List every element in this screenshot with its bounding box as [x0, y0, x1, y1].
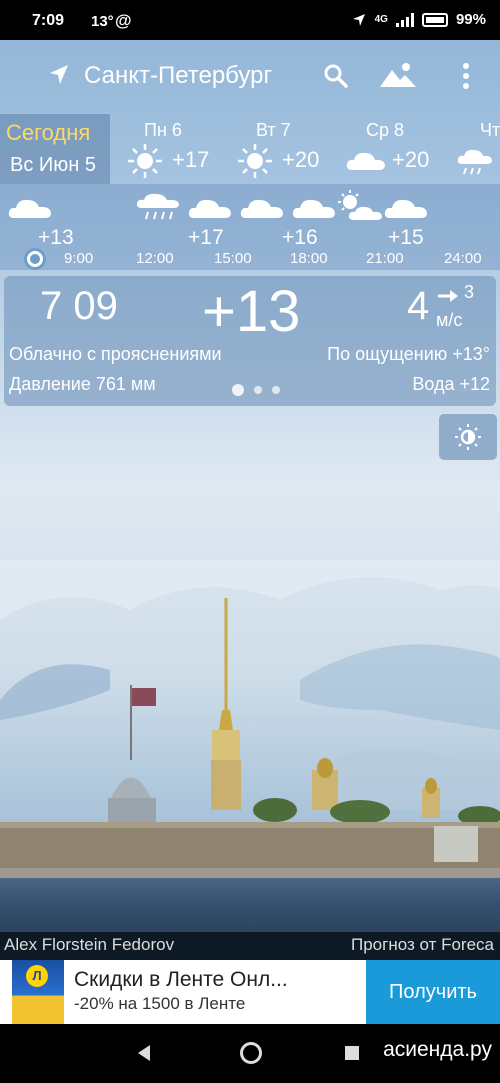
location-arrow-icon[interactable]	[46, 62, 72, 88]
sun-cycle-icon	[455, 424, 481, 450]
ad-get-button[interactable]: Получить	[366, 960, 500, 1024]
tab-day-wed[interactable]: Ср 8 +20	[344, 114, 454, 184]
condition-text: Облачно с прояснениями	[9, 344, 222, 364]
hour-time: 18:00	[290, 250, 328, 267]
cloud-icon	[346, 152, 385, 170]
sun-icon	[128, 144, 162, 178]
current-conditions-card[interactable]: 7 09 +13 4 3 м/с Облачно с прояснениями …	[4, 276, 496, 406]
today-date: Вс Июн 5	[10, 154, 96, 176]
current-time: 7 09	[40, 284, 118, 328]
day-temp: +17	[172, 147, 210, 172]
rain-icon	[457, 149, 492, 175]
ad-subtitle[interactable]: -20% на 1500 в Ленте	[74, 994, 245, 1014]
home-icon[interactable]	[240, 1042, 262, 1064]
back-icon[interactable]	[136, 1044, 152, 1062]
day-name: Вт 7	[256, 120, 291, 140]
current-hour-indicator	[24, 248, 46, 270]
river-water	[0, 878, 500, 932]
landscape-icon[interactable]	[378, 60, 418, 90]
hour-temp: +15	[388, 226, 424, 249]
day-name: Чт	[480, 120, 500, 140]
city-name[interactable]: Санкт-Петербург	[84, 62, 272, 90]
cloud-icon	[384, 199, 427, 218]
forecast-source[interactable]: Прогноз от Foreca	[351, 935, 494, 955]
cloud-icon	[8, 199, 51, 218]
current-temperature: +13	[202, 279, 301, 344]
navigation-icon	[352, 13, 365, 26]
partly-cloudy-icon	[338, 190, 382, 220]
ad-title[interactable]: Скидки в Ленте Онл...	[74, 968, 288, 992]
more-menu-icon[interactable]	[456, 62, 476, 90]
hour-time: 21:00	[366, 250, 404, 267]
day-temp: +20	[282, 147, 320, 172]
wind-speed: 4	[407, 284, 430, 328]
app-header: Санкт-Петербург	[0, 40, 500, 112]
hour-time: 12:00	[136, 250, 174, 267]
day-tabs: Сегодня Вс Июн 5 Пн 6 +17 Вт 7 +20 Ср 8 …	[0, 114, 500, 184]
cloud-icon	[240, 199, 283, 218]
hour-temp: +16	[282, 226, 318, 249]
hour-time: 24:00	[444, 250, 482, 267]
tab-day-mon[interactable]: Пн 6 +17	[120, 114, 230, 184]
day-name: Пн 6	[144, 120, 182, 140]
cloud-icon	[188, 199, 231, 218]
cloud-icon	[292, 199, 335, 218]
wind-gust: 3	[464, 282, 475, 302]
hour-temp: +17	[188, 226, 224, 249]
pressure: Давление 761 мм	[9, 374, 156, 394]
page-dot	[254, 386, 262, 394]
battery-icon	[421, 12, 448, 27]
rain-icon	[136, 193, 179, 220]
sun-icon	[238, 144, 272, 178]
background-photo	[0, 560, 500, 878]
day-name: Ср 8	[366, 120, 405, 140]
hour-time: 15:00	[214, 250, 252, 267]
ad-banner[interactable]: Л Скидки в Ленте Онл... -20% на 1500 в Л…	[0, 960, 500, 1024]
search-icon[interactable]	[322, 62, 350, 90]
tab-today[interactable]: Сегодня Вс Июн 5	[0, 114, 110, 184]
network-label: 4G	[374, 14, 388, 25]
day-temp: +20	[392, 147, 430, 172]
photo-author[interactable]: Alex Florstein Fedorov	[4, 935, 174, 955]
status-time: 7:09	[32, 12, 65, 29]
system-navigation-bar: асиенда.ру	[0, 1024, 500, 1083]
status-bar: 7:09 13° @ 4G 99%	[0, 0, 500, 40]
wind-direction-icon	[438, 290, 458, 302]
tab-day-thu[interactable]: Чт	[456, 114, 500, 184]
status-at-icon: @	[115, 11, 132, 30]
recent-apps-icon[interactable]	[345, 1046, 359, 1060]
sun-info-button[interactable]	[439, 414, 497, 460]
wind-unit: м/с	[436, 310, 463, 330]
battery-percent: 99%	[455, 11, 486, 28]
credits-bar: Alex Florstein Fedorov Прогноз от Foreca	[0, 932, 500, 960]
status-temperature: 13°	[91, 13, 114, 30]
hour-time: 9:00	[64, 250, 94, 267]
hourly-forecast[interactable]: +13 +17 +16 +15 9:00 12:00 15:00 18:00 2…	[0, 184, 500, 270]
feels-like: По ощущению +13°	[327, 344, 490, 364]
today-label: Сегодня	[6, 120, 91, 145]
signal-icon	[395, 12, 414, 27]
ad-logo-badge: Л	[26, 965, 48, 987]
water-temperature: Вода +12	[412, 374, 490, 394]
status-right-icons: 4G 99%	[351, 11, 486, 28]
watermark: асиенда.ру	[383, 1038, 492, 1061]
page-indicator	[232, 384, 280, 396]
hour-temp: +13	[38, 226, 74, 249]
tab-day-tue[interactable]: Вт 7 +20	[232, 114, 342, 184]
page-dot-active	[232, 384, 244, 396]
ad-logo: Л	[12, 960, 64, 1024]
page-dot	[272, 386, 280, 394]
